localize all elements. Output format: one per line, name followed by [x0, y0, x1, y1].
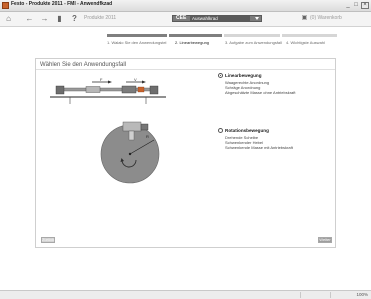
- view-select-value: Auswahlkrad: [190, 16, 250, 21]
- velocity-label: V: [134, 78, 137, 82]
- title-bar: Festo - Produkte 2011 - FMI - Anwendfkza…: [0, 0, 371, 12]
- radius-label: R: [146, 134, 149, 139]
- step-bar-4: [282, 34, 337, 37]
- chevron-down-icon: [255, 17, 259, 20]
- step-label-4[interactable]: 4. Wichtigste Auswahl: [286, 40, 325, 45]
- step-label-3[interactable]: 3. Aufgabe zum Anwendungsfall: [225, 40, 282, 45]
- status-divider: [300, 292, 301, 298]
- radio-rotation[interactable]: [218, 128, 223, 133]
- option-rotation-item-3[interactable]: Schwenkende Masse mit Antriebskraft: [225, 145, 293, 150]
- drive-unit: [122, 121, 142, 132]
- forward-arrow-icon[interactable]: →: [40, 13, 49, 24]
- minimize-icon[interactable]: _: [344, 2, 352, 9]
- zoom-level[interactable]: 100%: [356, 292, 368, 297]
- step-label-2[interactable]: 2. Linearbewegung: [175, 40, 209, 45]
- option-rotation-title: Rotationsbewegung: [225, 128, 269, 133]
- option-linear-item-3[interactable]: Abgeschätzte Masse ohne Antriebskraft: [225, 90, 295, 95]
- toolbar: ⌂ ← → ▮ ? Produkte 2011 CEE Auswahlkrad …: [0, 12, 371, 27]
- back-arrow-icon[interactable]: ←: [25, 13, 34, 24]
- status-divider: [330, 292, 331, 298]
- products-menu[interactable]: Produkte 2011: [84, 15, 116, 21]
- home-icon[interactable]: ⌂: [4, 13, 13, 24]
- force-arrow: F: [92, 78, 112, 84]
- cart-icon[interactable]: ▣: [300, 13, 309, 24]
- panel-title: Wählen Sie den Anwendungsfall: [40, 62, 127, 68]
- bookmark-icon[interactable]: ▮: [55, 13, 64, 24]
- step-bar-1: [107, 34, 167, 37]
- step-indicator: 1. Walalo Sie den Anwendungstel 2. Linea…: [107, 34, 337, 48]
- step-bar-2: [169, 34, 222, 37]
- force-label: F: [100, 78, 103, 82]
- app-icon: [2, 2, 9, 9]
- maximize-icon[interactable]: □: [352, 2, 360, 9]
- close-icon[interactable]: ×: [361, 2, 369, 9]
- step-label-1[interactable]: 1. Walalo Sie den Anwendungstel: [107, 40, 166, 45]
- linear-axis: [50, 85, 166, 104]
- product-code: CEE: [176, 15, 187, 21]
- velocity-arrow: V: [126, 78, 146, 84]
- linear-motion-illustration[interactable]: F V: [50, 78, 166, 106]
- basket-link[interactable]: (0) Warenkorb: [310, 15, 342, 21]
- view-select[interactable]: CEE Auswahlkrad: [172, 15, 262, 22]
- step-bar-3: [224, 34, 280, 37]
- rotation-illustration[interactable]: R: [100, 116, 166, 186]
- radio-linear[interactable]: [218, 73, 223, 78]
- panel-divider: [36, 69, 335, 70]
- option-linear-title: Linearbewegung: [225, 73, 262, 78]
- help-icon[interactable]: ?: [70, 13, 79, 24]
- back-button[interactable]: Zurück: [41, 237, 55, 243]
- window-title: Festo - Produkte 2011 - FMI - Anwendfkza…: [11, 1, 113, 7]
- next-button[interactable]: Weiter: [318, 237, 332, 243]
